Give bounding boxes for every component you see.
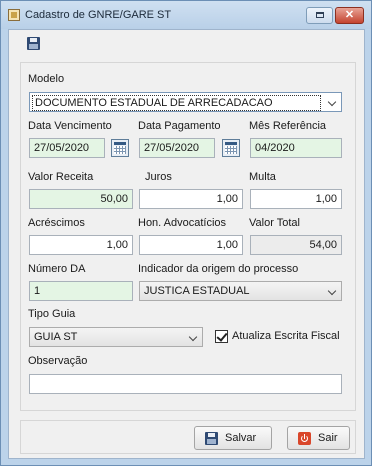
juros-input[interactable]: 1,00 (139, 189, 243, 209)
numero-da-input[interactable]: 1 (29, 281, 133, 301)
indicador-origem-label: Indicador da origem do processo (138, 263, 299, 275)
exit-button[interactable]: Sair (287, 426, 350, 450)
button-bar: Salvar Sair (20, 420, 356, 454)
exit-button-label: Sair (318, 432, 338, 444)
app-icon (8, 9, 20, 21)
floppy-disk-icon (205, 432, 218, 445)
observacao-input[interactable] (29, 374, 342, 394)
acrescimos-label: Acréscimos (28, 217, 85, 229)
data-pagamento-label: Data Pagamento (138, 120, 221, 132)
chevron-down-icon (188, 332, 198, 342)
floppy-disk-icon[interactable] (27, 37, 40, 50)
form-panel: Modelo DOCUMENTO ESTADUAL DE ARRECADACAO… (20, 62, 356, 411)
chevron-down-icon (327, 286, 337, 296)
mes-referencia-input[interactable]: 04/2020 (250, 138, 342, 158)
tipo-guia-label: Tipo Guia (28, 308, 76, 320)
valor-total-field: 54,00 (250, 235, 342, 255)
multa-input[interactable]: 1,00 (250, 189, 342, 209)
restore-icon (316, 12, 324, 18)
indicador-origem-value: JUSTICA ESTADUAL (144, 285, 250, 297)
close-button[interactable]: ✕ (335, 7, 364, 24)
multa-label: Multa (249, 171, 276, 183)
tipo-guia-select[interactable]: GUIA ST (29, 327, 203, 347)
hon-advocaticios-label: Hon. Advocatícios (138, 217, 227, 229)
atualiza-escrita-fiscal-checkbox[interactable] (215, 330, 228, 343)
mes-referencia-label: Mês Referência (249, 120, 327, 132)
numero-da-label: Número DA (28, 263, 86, 275)
indicador-origem-select[interactable]: JUSTICA ESTADUAL (139, 281, 342, 301)
save-button-label: Salvar (225, 432, 257, 444)
valor-receita-label: Valor Receita (28, 171, 94, 183)
power-icon (298, 432, 311, 445)
calendar-icon[interactable] (222, 139, 240, 157)
data-vencimento-input[interactable]: 27/05/2020 (29, 138, 105, 158)
modelo-select[interactable]: DOCUMENTO ESTADUAL DE ARRECADACAO (29, 92, 342, 112)
hon-advocaticios-input[interactable]: 1,00 (139, 235, 243, 255)
dialog-window: Cadastro de GNRE/GARE ST ✕ Modelo DOCUME… (0, 0, 372, 466)
data-vencimento-label: Data Vencimento (28, 120, 112, 132)
calendar-icon[interactable] (111, 139, 129, 157)
checkmark-icon (216, 330, 228, 342)
window-title: Cadastro de GNRE/GARE ST (25, 9, 172, 21)
modelo-label: Modelo (28, 73, 65, 85)
acrescimos-input[interactable]: 1,00 (29, 235, 133, 255)
close-icon: ✕ (344, 9, 355, 21)
save-button[interactable]: Salvar (194, 426, 272, 450)
observacao-label: Observação (28, 355, 88, 367)
restore-button[interactable] (306, 7, 333, 24)
tipo-guia-value: GUIA ST (34, 331, 78, 343)
dialog-body: Modelo DOCUMENTO ESTADUAL DE ARRECADACAO… (8, 29, 365, 459)
atualiza-escrita-fiscal-label[interactable]: Atualiza Escrita Fiscal (232, 330, 340, 342)
valor-total-label: Valor Total (249, 217, 300, 229)
title-bar[interactable]: Cadastro de GNRE/GARE ST ✕ (1, 1, 371, 29)
valor-receita-input[interactable]: 50,00 (29, 189, 133, 209)
data-pagamento-input[interactable]: 27/05/2020 (139, 138, 215, 158)
juros-label: Juros (145, 171, 172, 183)
modelo-value: DOCUMENTO ESTADUAL DE ARRECADACAO (32, 95, 321, 111)
chevron-down-icon (327, 97, 337, 107)
